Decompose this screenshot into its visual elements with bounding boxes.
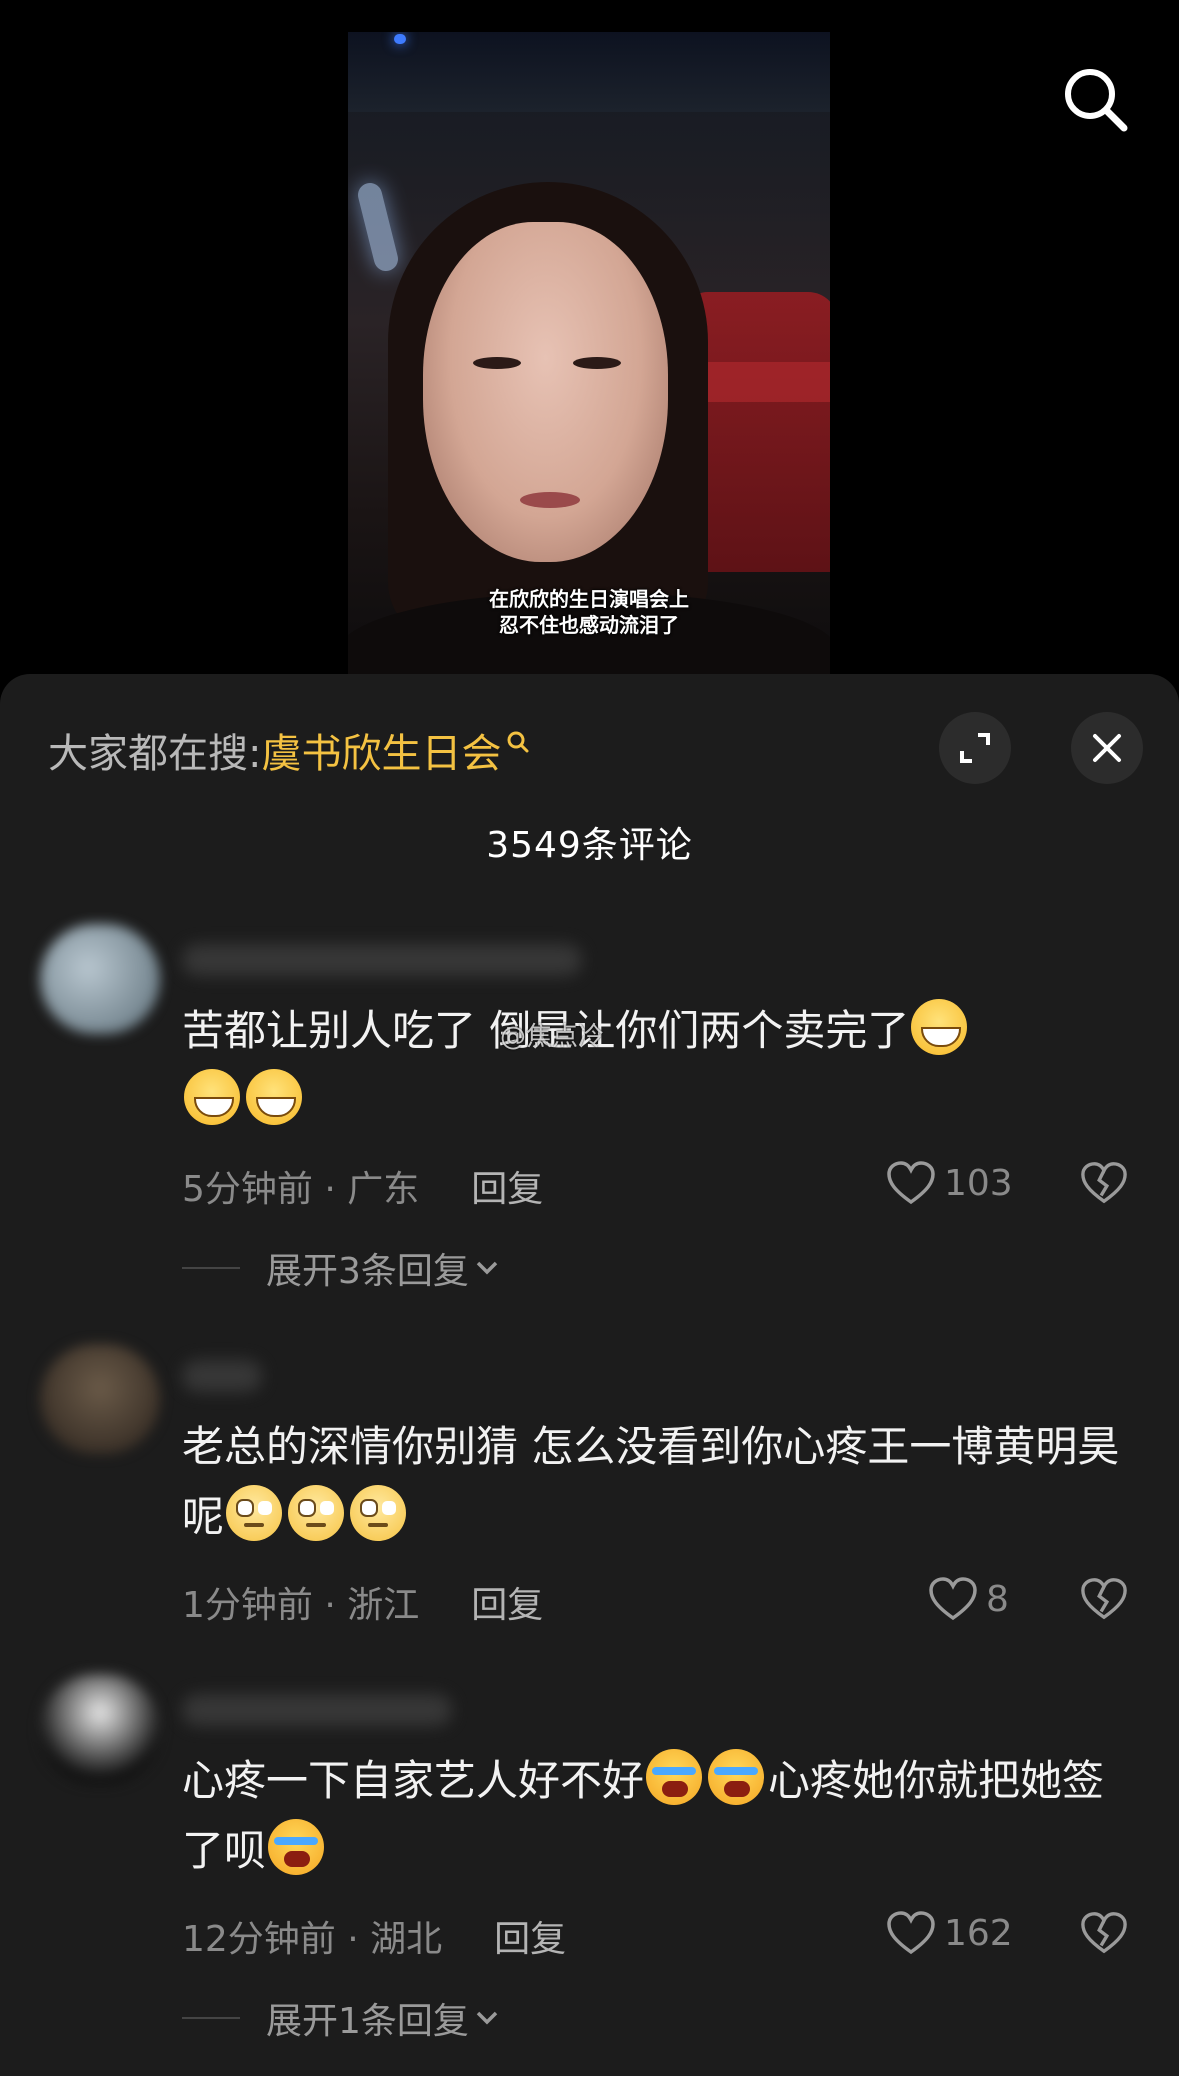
reply-button[interactable]: 回复: [494, 1910, 566, 1962]
video-ceiling: [348, 32, 830, 112]
grin-emoji-icon: [246, 1069, 302, 1125]
username-blurred[interactable]: [182, 1360, 262, 1392]
comment-text: 心疼一下自家艺人好不好 心疼她你就把她签了呗: [182, 1746, 1132, 1886]
divider-line: [182, 2017, 240, 2019]
time-location: 1分钟前 · 浙江: [182, 1585, 420, 1626]
heart-icon: [929, 1577, 977, 1621]
eye-roll-emoji-icon: [288, 1485, 345, 1541]
person-lips: [520, 492, 580, 508]
like-count: 8: [986, 1578, 1009, 1620]
comment-sheet: 大家都在搜: 虞书欣生日会 3549条评论 苦都让别人吃了 倒是让你们两个卖完了…: [0, 674, 1179, 2076]
video-caption-line-1: 在欣欣的生日演唱会上: [489, 587, 689, 611]
username-blurred[interactable]: [182, 1694, 452, 1726]
avatar[interactable]: [40, 1674, 160, 1784]
divider-line: [182, 1267, 240, 1269]
expand-replies-label: 展开3条回复: [266, 1251, 469, 1292]
search-button[interactable]: [1060, 64, 1130, 134]
username-blurred[interactable]: [182, 944, 582, 976]
person-face: [423, 222, 668, 562]
avatar[interactable]: [40, 924, 160, 1034]
eye-roll-emoji-icon: [350, 1485, 407, 1541]
broken-heart-icon: [1081, 1912, 1127, 1954]
chevron-down-icon: [476, 2011, 498, 2025]
close-icon: [1093, 734, 1121, 762]
like-count: 162: [944, 1912, 1013, 1954]
comment-text: 苦都让别人吃了 倒是让你们两个卖完了: [182, 996, 1132, 1136]
person-eye-left: [473, 357, 521, 369]
time-location: 12分钟前 · 湖北: [182, 1919, 443, 1960]
comment-count: 3549条评论: [486, 825, 693, 866]
screen: 在欣欣的生日演唱会上 忍不住也感动流泪了 大家都在搜: 虞书欣生日会 3549条…: [0, 0, 1179, 2076]
heart-icon: [887, 1161, 935, 1205]
time-location: 5分钟前 · 广东: [182, 1169, 420, 1210]
expand-replies-label: 展开1条回复: [266, 2001, 469, 2042]
broken-heart-icon: [1081, 1162, 1127, 1204]
expand-replies-button[interactable]: 展开3条回复: [182, 1242, 499, 1294]
dislike-button[interactable]: [1080, 1576, 1128, 1626]
stage-light: [394, 34, 406, 44]
video-area[interactable]: 在欣欣的生日演唱会上 忍不住也感动流泪了: [0, 0, 1179, 700]
chevron-down-icon: [476, 1261, 498, 1275]
person-eye-right: [573, 357, 621, 369]
expand-button[interactable]: [939, 712, 1011, 784]
avatar[interactable]: [40, 1344, 160, 1454]
comment-text: 老总的深情你别猜 怎么没看到你心疼王一博黄明昊呢: [182, 1412, 1132, 1552]
comment-text-part-1: 苦都让别人吃了: [182, 1006, 490, 1055]
video-caption: 在欣欣的生日演唱会上 忍不住也感动流泪了: [348, 586, 830, 638]
broken-heart-icon: [1081, 1578, 1127, 1620]
crying-laughing-emoji-icon: [646, 1749, 703, 1805]
watermark: @焦点冷: [500, 1022, 605, 1052]
small-search-icon: [505, 719, 531, 765]
expand-icon: [960, 733, 990, 763]
video-player[interactable]: 在欣欣的生日演唱会上 忍不住也感动流泪了: [348, 32, 830, 677]
like-button[interactable]: 8: [928, 1576, 1009, 1622]
comment-meta: 12分钟前 · 湖北 回复: [182, 1910, 566, 1962]
crying-laughing-emoji-icon: [708, 1749, 765, 1805]
red-seat-detail: [698, 362, 830, 402]
eye-roll-emoji-icon: [226, 1485, 283, 1541]
dislike-button[interactable]: [1080, 1160, 1128, 1210]
comment-text-part-1: 心疼一下自家艺人好不好: [182, 1756, 645, 1805]
like-button[interactable]: 103: [886, 1160, 1013, 1206]
comment-meta: 1分钟前 · 浙江 回复: [182, 1576, 543, 1628]
grin-emoji-icon: [911, 999, 968, 1055]
reply-button[interactable]: 回复: [471, 1160, 543, 1212]
reply-button[interactable]: 回复: [471, 1576, 543, 1628]
like-button[interactable]: 162: [886, 1910, 1013, 1956]
hot-search-bar[interactable]: 大家都在搜: 虞书欣生日会: [48, 720, 531, 780]
close-button[interactable]: [1071, 712, 1143, 784]
hot-search-prefix: 大家都在搜:: [48, 731, 262, 777]
grin-emoji-icon: [184, 1069, 240, 1125]
search-icon: [1065, 69, 1128, 132]
video-caption-line-2: 忍不住也感动流泪了: [499, 613, 679, 637]
heart-icon: [887, 1911, 935, 1955]
stage-light-glow: [355, 180, 401, 274]
dislike-button[interactable]: [1080, 1910, 1128, 1960]
hot-search-term[interactable]: 虞书欣生日会: [261, 721, 501, 779]
like-count: 103: [944, 1162, 1013, 1204]
expand-replies-button[interactable]: 展开1条回复: [182, 1992, 499, 2044]
comment-meta: 5分钟前 · 广东 回复: [182, 1160, 543, 1212]
crying-laughing-emoji-icon: [268, 1819, 325, 1875]
